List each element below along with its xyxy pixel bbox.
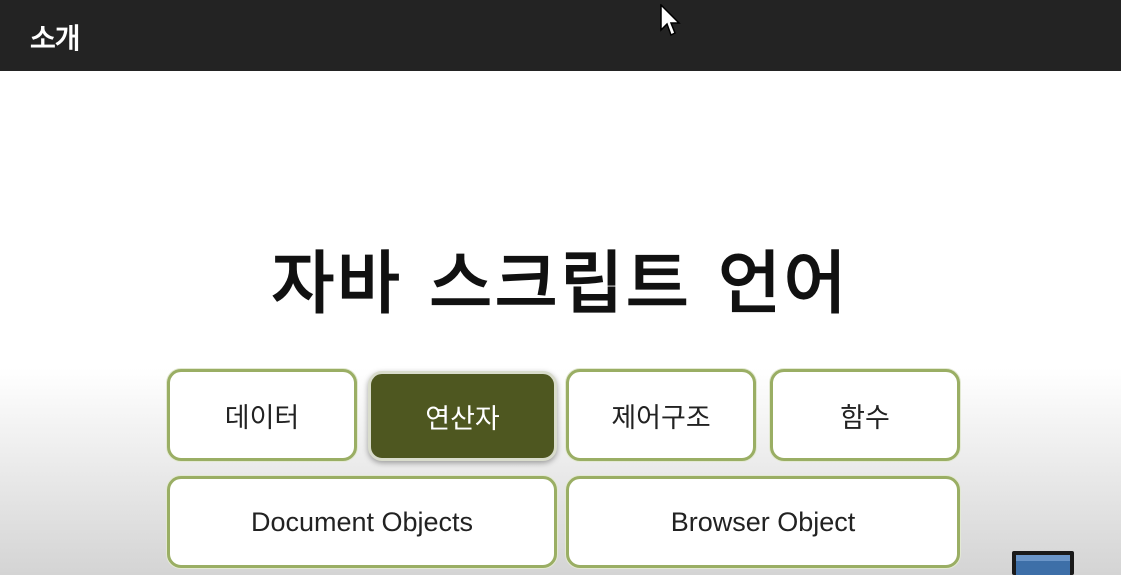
- topic-functions-button[interactable]: 함수: [770, 369, 960, 461]
- topic-document-objects-button[interactable]: Document Objects: [167, 476, 557, 568]
- topic-browser-object-button[interactable]: Browser Object: [566, 476, 960, 568]
- topic-data-button[interactable]: 데이터: [167, 369, 357, 461]
- header-bar: 소개: [0, 0, 1121, 71]
- mouse-cursor-icon: [660, 4, 681, 37]
- page-title: 자바 스크립트 언어: [271, 245, 850, 324]
- topic-operators-button[interactable]: 연산자: [368, 371, 557, 461]
- topic-control-structures-button[interactable]: 제어구조: [566, 369, 756, 461]
- laptop-icon: [1012, 551, 1074, 575]
- section-title: 소개: [30, 22, 81, 55]
